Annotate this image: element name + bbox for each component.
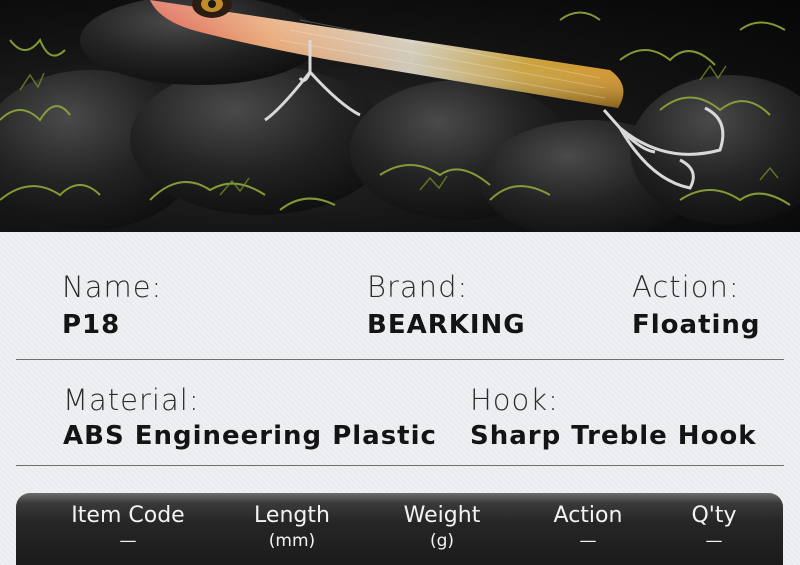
column-title: Item Code [71, 503, 185, 528]
brand-label: Brand: [367, 270, 469, 304]
spec-material: Material: ABS Engineering Plastic [63, 383, 437, 451]
column-title: Weight [403, 503, 481, 528]
spec-brand: Brand: BEARKING [367, 270, 526, 340]
column-subtitle: — [705, 531, 723, 551]
spec-action: Action: Floating [632, 270, 761, 340]
divider [16, 465, 784, 466]
column-header-qty: Q'ty — [634, 503, 794, 551]
brand-value: BEARKING [367, 310, 526, 340]
column-subtitle: (g) [429, 531, 455, 551]
column-title: Length [254, 503, 330, 528]
column-subtitle: — [119, 531, 137, 551]
name-label: Name: [62, 270, 163, 304]
name-value: P18 [62, 310, 121, 340]
product-photo [0, 0, 800, 232]
hook-value: Sharp Treble Hook [470, 421, 757, 451]
spec-table-header: Item Code — Length (mm) Weight (g) Actio… [16, 493, 783, 565]
action-value: Floating [632, 310, 761, 340]
material-label: Material: [63, 383, 200, 417]
lure-illustration [0, 0, 800, 232]
action-label: Action: [632, 270, 740, 304]
material-value: ABS Engineering Plastic [63, 421, 437, 451]
spec-hook: Hook: Sharp Treble Hook [470, 383, 757, 451]
column-header-weight: Weight (g) [362, 503, 522, 551]
spec-name: Name: P18 [62, 270, 162, 340]
column-header-item-code: Item Code — [48, 503, 208, 551]
hook-label: Hook: [470, 383, 559, 417]
column-header-length: Length (mm) [212, 503, 372, 551]
column-title: Q'ty [691, 503, 737, 528]
column-subtitle: (mm) [268, 531, 316, 551]
divider [16, 359, 784, 360]
